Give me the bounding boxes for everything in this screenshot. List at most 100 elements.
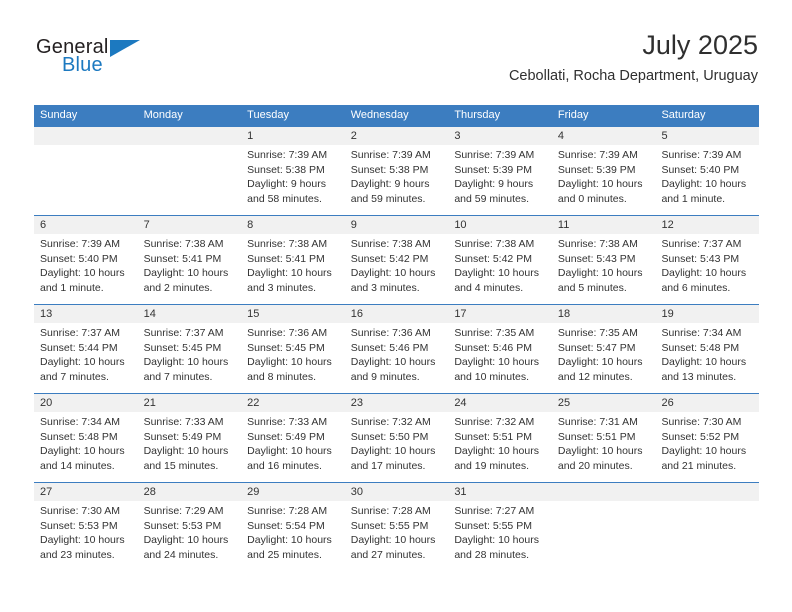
day-details: Sunrise: 7:34 AM Sunset: 5:48 PM Dayligh… <box>34 412 138 473</box>
day-cell[interactable]: 10 Sunrise: 7:38 AM Sunset: 5:42 PM Dayl… <box>448 216 552 304</box>
day-cell[interactable] <box>551 483 656 571</box>
day-details: Sunrise: 7:33 AM Sunset: 5:49 PM Dayligh… <box>138 412 242 473</box>
weekday-header-monday: Monday <box>143 109 183 121</box>
daylight-text-line1: Daylight: 10 hours <box>661 267 747 280</box>
day-cell[interactable]: 3 Sunrise: 7:39 AM Sunset: 5:39 PM Dayli… <box>448 127 552 215</box>
day-number <box>655 483 760 501</box>
day-cell[interactable]: 20 Sunrise: 7:34 AM Sunset: 5:48 PM Dayl… <box>34 394 138 482</box>
daylight-text-line2: and 7 minutes. <box>40 370 109 383</box>
day-cell[interactable]: 19 Sunrise: 7:34 AM Sunset: 5:48 PM Dayl… <box>655 305 760 393</box>
day-cell[interactable]: 1 Sunrise: 7:39 AM Sunset: 5:38 PM Dayli… <box>241 127 345 215</box>
day-cell[interactable]: 6 Sunrise: 7:39 AM Sunset: 5:40 PM Dayli… <box>34 216 138 304</box>
day-number: 29 <box>241 483 345 501</box>
daylight-text-line1: Daylight: 10 hours <box>454 445 539 458</box>
day-number: 4 <box>551 127 656 145</box>
sunrise-text: Sunrise: 7:36 AM <box>247 327 328 339</box>
day-number: 9 <box>344 216 449 234</box>
day-cell[interactable]: 7 Sunrise: 7:38 AM Sunset: 5:41 PM Dayli… <box>137 216 242 304</box>
day-cell[interactable] <box>655 483 760 571</box>
day-details: Sunrise: 7:39 AM Sunset: 5:40 PM Dayligh… <box>34 234 138 295</box>
daylight-text-line1: Daylight: 10 hours <box>40 534 125 547</box>
sunrise-text: Sunrise: 7:31 AM <box>557 416 638 428</box>
day-cell[interactable]: 11 Sunrise: 7:38 AM Sunset: 5:43 PM Dayl… <box>551 216 656 304</box>
daylight-text-line1: Daylight: 9 hours <box>454 178 534 191</box>
day-cell[interactable]: 9 Sunrise: 7:38 AM Sunset: 5:42 PM Dayli… <box>344 216 449 304</box>
day-cell[interactable]: 23 Sunrise: 7:32 AM Sunset: 5:50 PM Dayl… <box>344 394 449 482</box>
day-cell[interactable]: 18 Sunrise: 7:35 AM Sunset: 5:47 PM Dayl… <box>551 305 656 393</box>
day-cell[interactable]: 14 Sunrise: 7:37 AM Sunset: 5:45 PM Dayl… <box>137 305 242 393</box>
sunrise-text: Sunrise: 7:38 AM <box>247 238 328 250</box>
day-cell[interactable]: 2 Sunrise: 7:39 AM Sunset: 5:38 PM Dayli… <box>344 127 449 215</box>
day-details: Sunrise: 7:39 AM Sunset: 5:39 PM Dayligh… <box>552 145 656 206</box>
daylight-text-line1: Daylight: 10 hours <box>661 445 747 458</box>
daylight-text-line1: Daylight: 10 hours <box>557 356 643 369</box>
day-cell[interactable]: 15 Sunrise: 7:36 AM Sunset: 5:45 PM Dayl… <box>241 305 345 393</box>
day-cell[interactable]: 25 Sunrise: 7:31 AM Sunset: 5:51 PM Dayl… <box>551 394 656 482</box>
day-details: Sunrise: 7:32 AM Sunset: 5:50 PM Dayligh… <box>345 412 449 473</box>
day-cell[interactable]: 31 Sunrise: 7:27 AM Sunset: 5:55 PM Dayl… <box>448 483 552 571</box>
day-cell[interactable]: 26 Sunrise: 7:30 AM Sunset: 5:52 PM Dayl… <box>655 394 760 482</box>
sunset-text: Sunset: 5:55 PM <box>454 519 532 532</box>
sunset-text: Sunset: 5:48 PM <box>661 341 740 354</box>
daylight-text-line2: and 27 minutes. <box>350 548 426 561</box>
day-details: Sunrise: 7:37 AM Sunset: 5:45 PM Dayligh… <box>138 323 242 384</box>
sunrise-text: Sunrise: 7:32 AM <box>454 416 535 428</box>
day-cell[interactable]: 24 Sunrise: 7:32 AM Sunset: 5:51 PM Dayl… <box>448 394 552 482</box>
day-cell[interactable]: 30 Sunrise: 7:28 AM Sunset: 5:55 PM Dayl… <box>344 483 449 571</box>
sunset-text: Sunset: 5:54 PM <box>247 519 325 532</box>
daylight-text-line1: Daylight: 10 hours <box>350 445 436 458</box>
daylight-text-line2: and 14 minutes. <box>40 459 115 472</box>
day-number: 11 <box>551 216 656 234</box>
day-cell[interactable] <box>34 127 138 215</box>
day-details: Sunrise: 7:29 AM Sunset: 5:53 PM Dayligh… <box>138 501 242 562</box>
day-number: 10 <box>448 216 552 234</box>
day-details: Sunrise: 7:39 AM Sunset: 5:39 PM Dayligh… <box>448 145 552 206</box>
day-details: Sunrise: 7:28 AM Sunset: 5:55 PM Dayligh… <box>345 501 449 562</box>
day-details: Sunrise: 7:32 AM Sunset: 5:51 PM Dayligh… <box>448 412 552 473</box>
daylight-text-line2: and 6 minutes. <box>661 281 731 294</box>
general-blue-logo[interactable]: General Blue <box>34 36 234 92</box>
day-cell[interactable]: 12 Sunrise: 7:37 AM Sunset: 5:43 PM Dayl… <box>655 216 760 304</box>
sunset-text: Sunset: 5:45 PM <box>143 341 222 354</box>
daylight-text-line2: and 20 minutes. <box>557 459 633 472</box>
sunrise-text: Sunrise: 7:39 AM <box>247 149 328 161</box>
day-cell[interactable]: 27 Sunrise: 7:30 AM Sunset: 5:53 PM Dayl… <box>34 483 138 571</box>
day-number: 6 <box>34 216 138 234</box>
day-details: Sunrise: 7:36 AM Sunset: 5:45 PM Dayligh… <box>241 323 345 384</box>
daylight-text-line1: Daylight: 10 hours <box>143 534 229 547</box>
daylight-text-line1: Daylight: 10 hours <box>143 445 229 458</box>
day-details: Sunrise: 7:37 AM Sunset: 5:43 PM Dayligh… <box>655 234 759 295</box>
sunrise-text: Sunrise: 7:37 AM <box>40 327 120 339</box>
day-number: 8 <box>241 216 345 234</box>
day-number: 18 <box>551 305 656 323</box>
day-details: Sunrise: 7:39 AM Sunset: 5:40 PM Dayligh… <box>655 145 759 206</box>
day-details: Sunrise: 7:30 AM Sunset: 5:52 PM Dayligh… <box>655 412 759 473</box>
sunrise-text: Sunrise: 7:34 AM <box>40 416 120 428</box>
day-cell[interactable]: 21 Sunrise: 7:33 AM Sunset: 5:49 PM Dayl… <box>137 394 242 482</box>
day-cell[interactable]: 4 Sunrise: 7:39 AM Sunset: 5:39 PM Dayli… <box>551 127 656 215</box>
day-cell[interactable]: 16 Sunrise: 7:36 AM Sunset: 5:46 PM Dayl… <box>344 305 449 393</box>
day-cell[interactable]: 17 Sunrise: 7:35 AM Sunset: 5:46 PM Dayl… <box>448 305 552 393</box>
sunrise-text: Sunrise: 7:37 AM <box>661 238 742 250</box>
sunrise-text: Sunrise: 7:35 AM <box>454 327 535 339</box>
daylight-text-line2: and 5 minutes. <box>557 281 627 294</box>
sunrise-text: Sunrise: 7:28 AM <box>350 505 431 517</box>
day-cell[interactable]: 8 Sunrise: 7:38 AM Sunset: 5:41 PM Dayli… <box>241 216 345 304</box>
day-number: 13 <box>34 305 138 323</box>
day-details: Sunrise: 7:33 AM Sunset: 5:49 PM Dayligh… <box>241 412 345 473</box>
day-details: Sunrise: 7:38 AM Sunset: 5:41 PM Dayligh… <box>138 234 242 295</box>
day-number: 12 <box>655 216 760 234</box>
daylight-text-line1: Daylight: 10 hours <box>557 267 643 280</box>
day-cell[interactable]: 22 Sunrise: 7:33 AM Sunset: 5:49 PM Dayl… <box>241 394 345 482</box>
sunrise-text: Sunrise: 7:38 AM <box>557 238 638 250</box>
day-cell[interactable]: 5 Sunrise: 7:39 AM Sunset: 5:40 PM Dayli… <box>655 127 760 215</box>
day-number: 1 <box>241 127 345 145</box>
day-cell[interactable]: 29 Sunrise: 7:28 AM Sunset: 5:54 PM Dayl… <box>241 483 345 571</box>
daylight-text-line1: Daylight: 10 hours <box>661 178 747 191</box>
day-cell[interactable]: 13 Sunrise: 7:37 AM Sunset: 5:44 PM Dayl… <box>34 305 138 393</box>
day-cell[interactable]: 28 Sunrise: 7:29 AM Sunset: 5:53 PM Dayl… <box>137 483 242 571</box>
day-number: 22 <box>241 394 345 412</box>
day-cell[interactable] <box>137 127 242 215</box>
sunset-text: Sunset: 5:47 PM <box>557 341 636 354</box>
daylight-text-line2: and 21 minutes. <box>661 459 737 472</box>
